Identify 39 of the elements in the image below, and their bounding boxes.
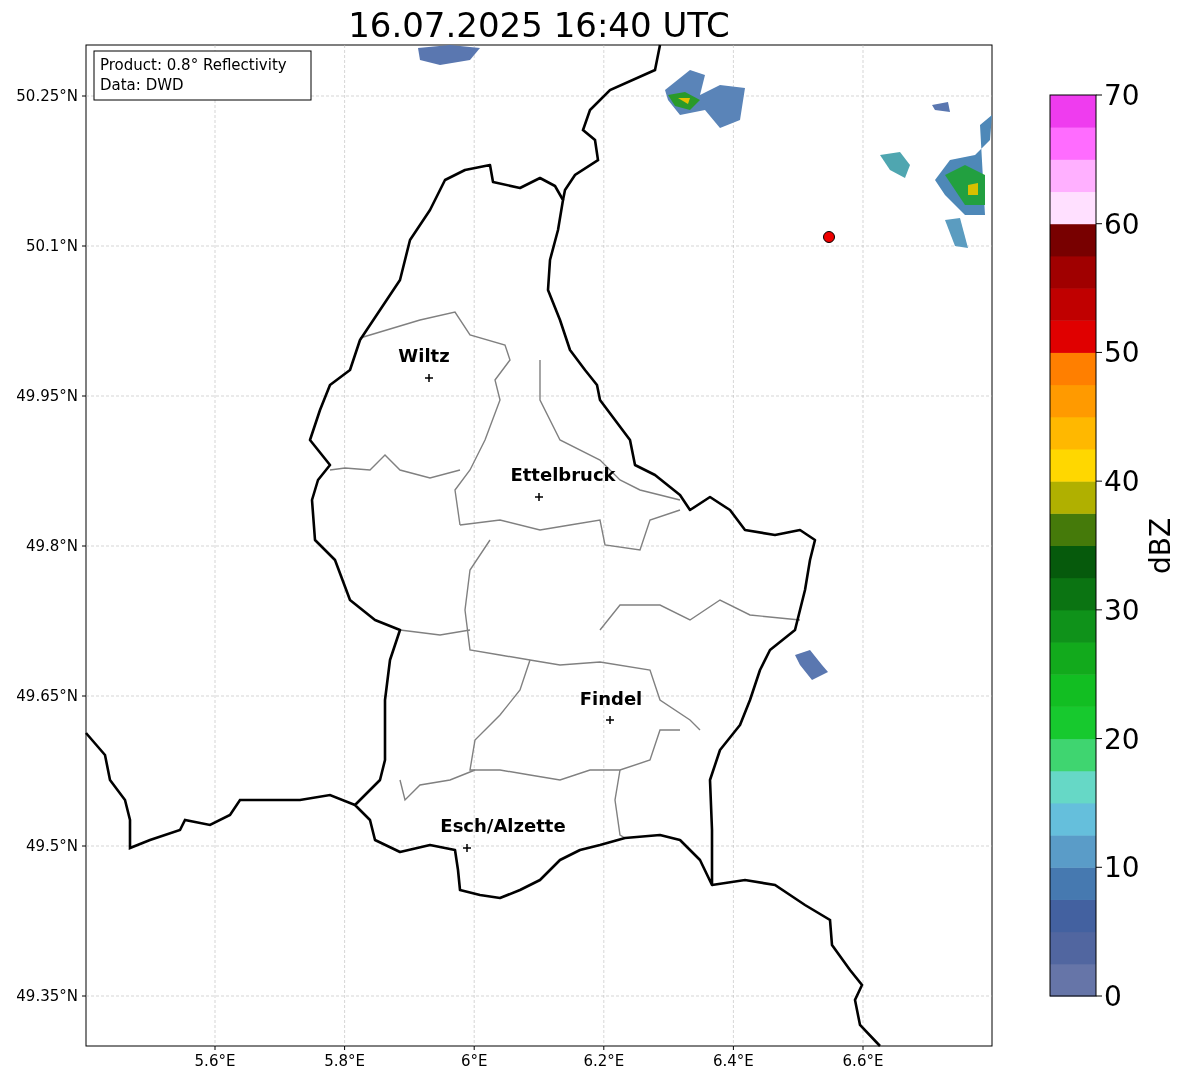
city-label: Wiltz <box>398 345 450 366</box>
radar-echo <box>932 102 950 112</box>
info-text: Product: 0.8° Reflectivity <box>100 56 287 74</box>
radar-echo <box>880 152 910 178</box>
latitude-label: 49.65°N <box>16 687 78 705</box>
colorbar-tick-label: 50 <box>1104 336 1140 370</box>
longitude-label: 5.6°E <box>194 1052 236 1070</box>
longitude-label: 6°E <box>460 1052 488 1070</box>
city-marker <box>605 715 615 725</box>
colorbar-tick-label: 70 <box>1104 79 1140 112</box>
latitude-label: 49.95°N <box>16 387 78 405</box>
colorbar-tick-label: 0 <box>1104 980 1122 1013</box>
info-text: Data: DWD <box>100 76 184 94</box>
longitude-label: 6.4°E <box>713 1052 754 1070</box>
latitude-label: 49.5°N <box>25 837 78 855</box>
city-label: Findel <box>579 688 643 709</box>
longitude-label: 5.8°E <box>324 1052 365 1070</box>
longitude-label: 6.6°E <box>842 1052 884 1070</box>
city-label: Esch/Alzette <box>440 815 566 836</box>
colorbar-label: dBZ <box>1144 517 1177 575</box>
colorbar-tick-label: 10 <box>1104 851 1140 885</box>
map-title: 16.07.2025 16:40 UTC <box>348 5 730 45</box>
radar-echo <box>795 650 828 680</box>
city-marker <box>424 373 434 383</box>
radar-echo <box>945 218 968 248</box>
radar-echo <box>418 45 480 65</box>
radar-site-marker <box>823 231 835 243</box>
latitude-label: 50.25°N <box>16 87 78 105</box>
latitude-label: 50.1°N <box>25 237 78 255</box>
colorbar-tick-label: 20 <box>1104 722 1140 756</box>
city-label: Ettelbruck <box>510 464 616 485</box>
latitude-label: 49.35°N <box>16 987 78 1005</box>
longitude-label: 6.2°E <box>583 1052 625 1070</box>
city-marker <box>462 843 472 853</box>
colorbar-tick-label: 40 <box>1104 465 1140 499</box>
colorbar-tick-label: 30 <box>1104 593 1140 627</box>
latitude-label: 49.8°N <box>25 537 78 555</box>
city-marker <box>534 492 544 502</box>
colorbar-tick-label: 60 <box>1104 207 1140 241</box>
